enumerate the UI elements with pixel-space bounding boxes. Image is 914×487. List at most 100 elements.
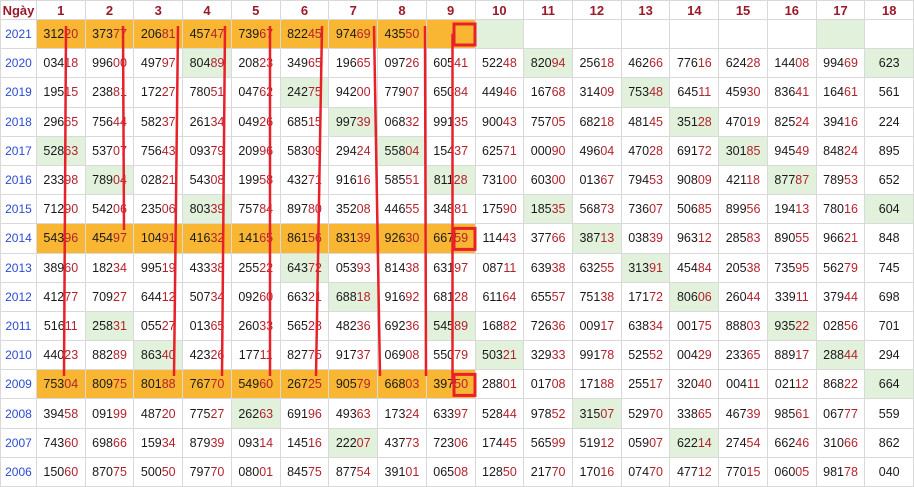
result-digits: 549 [238,377,260,392]
result-tail-digits: 75 [307,464,322,479]
result-digits: 543 [189,173,211,188]
result-digits: 047 [238,85,260,100]
result-tail-digits: 75 [307,348,322,363]
year-label: 2011 [0,310,37,342]
result-digits: 890 [774,231,796,246]
result-digits: 004 [726,377,747,392]
result-cell: 20996 [230,135,281,166]
result-digits: 845 [287,464,308,479]
result-tail-digits: 79 [844,260,858,275]
result-cell: 49604 [572,135,622,166]
result-cell: 20681 [133,18,184,50]
result-digits: 652 [878,173,900,188]
result-tail-digits: 78 [844,464,858,479]
result-digits: 985 [774,406,796,421]
result-cell: 23881 [84,77,135,108]
result-digits: 814 [384,260,406,275]
result-digits: 310 [823,435,845,450]
result-tail-digits: 50 [454,377,469,392]
result-digits: 351 [676,114,698,129]
result-cell: 82245 [279,18,330,50]
result-cell: 52863 [35,135,86,166]
result-cell: 43271 [279,164,330,196]
result-tail-digits: 19 [746,114,761,129]
result-cell: 79453 [620,164,671,196]
table-row: 2009 75304 80975 80188 76770 54960 26725 90579 6… [0,369,914,400]
result-digits: 446 [384,202,406,217]
result-cell: 39101 [377,456,427,487]
result-digits: 205 [725,260,747,275]
result-tail-digits: 00 [356,85,371,100]
result-cell: 08711 [474,252,525,283]
result-tail-digits: 20 [161,406,176,421]
result-tail-digits: 67 [600,173,615,188]
result-tail-digits: 09 [697,173,712,188]
result-digits: 159 [140,435,162,450]
result-digits: 389 [43,260,65,275]
result-cell: 37377 [84,18,135,50]
result-tail-digits: 28 [454,289,469,304]
result-tail-digits: 14 [259,435,274,450]
result-cell: 23398 [35,164,86,196]
result-digits: 314 [579,85,601,100]
result-tail-digits: 56 [746,202,761,217]
result-tail-digits: 68 [551,85,566,100]
result-tail-digits: 16 [844,114,858,129]
result-digits: 905 [335,377,357,392]
result-cell: 01365 [182,310,232,342]
result-tail-digits: 71 [502,143,517,158]
result-digits: 848 [823,143,845,158]
result-tail-digits: 84 [259,202,274,217]
result-digits: 757 [238,202,260,217]
result-tail-digits: 70 [210,377,225,392]
result-cell: 701 [864,310,914,342]
result-digits: 662 [774,435,796,450]
result-tail-digits: 92 [405,289,420,304]
result-digits: 294 [335,143,357,158]
result-cell: 42118 [718,164,768,196]
result-tail-digits: 96 [307,406,322,421]
result-digits: 224 [878,114,900,129]
result-cell: 54396 [35,223,86,254]
result-digits: 545 [433,318,455,333]
result-cell: 17188 [572,369,622,400]
result-digits: 238 [92,85,113,100]
lottery-results-table: Ngày 1 2 3 4 5 6 7 8 9 10 11 12 13 14 15 16 17 18 2021 312… [0,0,914,487]
result-digits: 638 [628,318,650,333]
result-tail-digits: 50 [161,464,176,479]
result-cell: 14516 [279,427,330,458]
result-digits: 028 [140,173,162,188]
result-tail-digits: 04 [64,377,79,392]
result-tail-digits: 28 [649,143,663,158]
result-digits: 757 [530,114,552,129]
day-header-3: 3 [133,0,184,20]
result-tail-digits: 94 [551,56,566,71]
result-cell: 27454 [718,427,768,458]
result-digits: 550 [433,348,455,363]
result-digits: 820 [530,56,552,71]
result-cell: 52970 [620,398,671,429]
result-digits: 803 [189,202,211,217]
result-digits: 565 [530,435,552,450]
result-tail-digits: 21 [161,173,176,188]
result-cell: 68818 [328,281,379,312]
result-digits: 681 [433,289,455,304]
result-cell: 50734 [182,281,232,312]
result-cell: 72636 [523,310,573,342]
result-cell: 75784 [230,194,281,225]
result-digits: 329 [530,348,552,363]
result-cell: 64412 [133,281,184,312]
result-digits: 496 [579,143,601,158]
result-tail-digits: 65 [64,114,79,129]
result-digits: 242 [287,85,308,100]
result-digits: 745 [878,260,900,275]
result-digits: 528 [43,143,65,158]
result-cell: 49363 [328,398,379,429]
result-cell: 62571 [474,135,525,166]
result-cell: 17324 [377,398,427,429]
result-tail-digits: 11 [64,318,78,333]
result-tail-digits: 48 [502,56,517,71]
result-tail-digits: 18 [600,114,615,129]
result-cell: 54308 [182,164,232,196]
result-cell: 99135 [425,106,476,137]
